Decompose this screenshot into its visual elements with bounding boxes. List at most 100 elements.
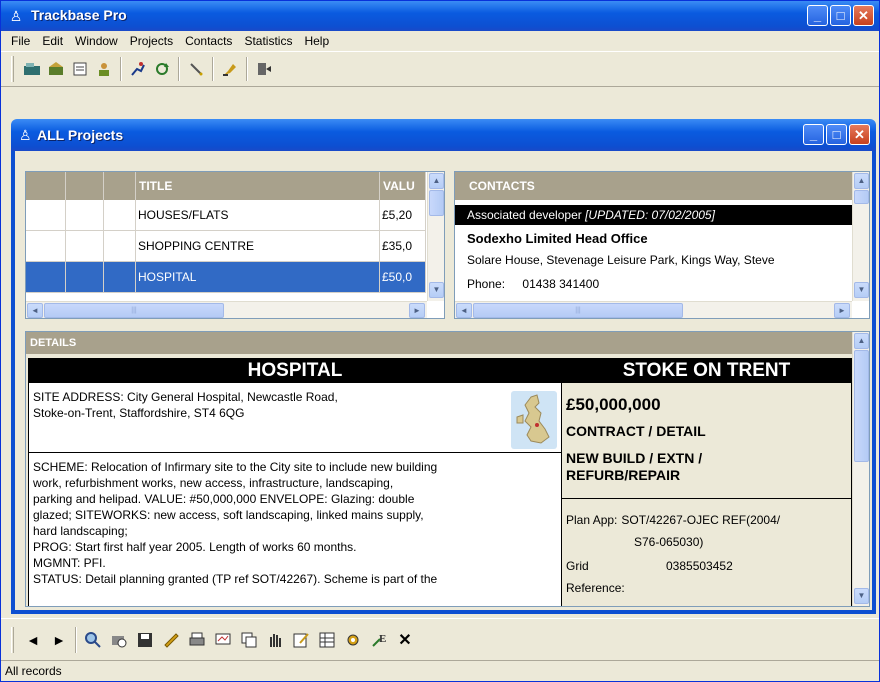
- contacts-horizontal-scrollbar[interactable]: ◄ ||| ►: [455, 301, 852, 318]
- scroll-thumb[interactable]: |||: [473, 303, 683, 318]
- scroll-down-icon[interactable]: ▼: [854, 282, 869, 298]
- scroll-right-icon[interactable]: ►: [409, 303, 425, 318]
- svg-text:E: E: [379, 633, 386, 645]
- scheme-line: PROG: Start first half year 2005. Length…: [33, 540, 357, 554]
- details-right: STOKE ON TRENT £50,000,000 CONTRACT / DE…: [562, 358, 852, 606]
- pen-icon[interactable]: [184, 56, 208, 82]
- grid-cell: [104, 262, 136, 293]
- print-icon[interactable]: [184, 626, 210, 654]
- child-minimize-button[interactable]: _: [803, 124, 824, 145]
- grid-col-header-title[interactable]: TITLE: [136, 172, 380, 200]
- details-vertical-scrollbar[interactable]: ▲ ▼: [852, 332, 869, 606]
- details-title: HOSPITAL: [29, 359, 561, 383]
- child-window-title: ALL Projects: [37, 127, 124, 143]
- exit-icon[interactable]: [252, 56, 276, 82]
- notes-icon[interactable]: [68, 56, 92, 82]
- report-icon[interactable]: [210, 626, 236, 654]
- filter-icon[interactable]: [158, 626, 184, 654]
- hand-icon[interactable]: [262, 626, 288, 654]
- grid-cell-value: £35,0: [380, 231, 426, 262]
- details-header: DETAILS: [26, 332, 852, 354]
- child-close-button[interactable]: ✕: [849, 124, 870, 145]
- grid-col-header[interactable]: [66, 172, 104, 200]
- grid-col-header[interactable]: [104, 172, 136, 200]
- child-title-bar[interactable]: ♙ ALL Projects _ □ ✕: [11, 119, 876, 151]
- contact-phone-label: Phone:: [467, 277, 506, 291]
- scroll-down-icon[interactable]: ▼: [429, 282, 444, 298]
- menu-help[interactable]: Help: [298, 34, 335, 48]
- highlighter-icon[interactable]: [218, 56, 242, 82]
- toolbar-grip[interactable]: [11, 626, 14, 653]
- maximize-button[interactable]: □: [830, 5, 851, 26]
- grid-col-header[interactable]: [26, 172, 66, 200]
- scheme-line: parking and helipad. VALUE: #50,000,000 …: [33, 492, 415, 506]
- child-maximize-button[interactable]: □: [826, 124, 847, 145]
- close-button[interactable]: ✕: [853, 5, 874, 26]
- plan-app-value-cont: S76-065030): [634, 535, 704, 549]
- grid-cell-title: HOUSES/FLATS: [136, 200, 380, 231]
- scroll-left-icon[interactable]: ◄: [27, 303, 43, 318]
- tools-icon[interactable]: [340, 626, 366, 654]
- plan-app-label: Plan App:: [566, 513, 618, 527]
- refresh-icon[interactable]: [150, 56, 174, 82]
- grid-vertical-scrollbar[interactable]: ▲ ▼: [427, 172, 444, 301]
- contacts-icon[interactable]: [92, 56, 116, 82]
- grid-col-header-value[interactable]: VALU: [380, 172, 426, 200]
- scroll-thumb[interactable]: [429, 190, 444, 216]
- details-left: HOSPITAL SITE ADDRESS: City General Hosp…: [28, 358, 562, 606]
- grid-ref-row: Grid 0385503452: [562, 555, 851, 579]
- export-icon[interactable]: E: [366, 626, 392, 654]
- title-bar[interactable]: ♙ Trackbase Pro _ □ ✕: [1, 1, 879, 31]
- menu-edit[interactable]: Edit: [36, 34, 69, 48]
- table-row[interactable]: SHOPPING CENTRE £35,0: [26, 231, 426, 262]
- scroll-up-icon[interactable]: ▲: [854, 173, 869, 189]
- scroll-up-icon[interactable]: ▲: [429, 173, 444, 189]
- scroll-up-icon[interactable]: ▲: [854, 333, 869, 349]
- menu-contacts[interactable]: Contacts: [179, 34, 238, 48]
- contact-company: Sodexho Limited Head Office: [467, 231, 648, 246]
- minimize-button[interactable]: _: [807, 5, 828, 26]
- scheme-text: SCHEME: Relocation of Infirmary site to …: [29, 455, 561, 591]
- scheme-line: MGMNT: PFI.: [33, 556, 106, 570]
- contact-role-row[interactable]: Associated developer [UPDATED: 07/02/200…: [455, 205, 853, 225]
- grid-cell: [26, 231, 66, 262]
- uk-map-icon: [511, 391, 557, 449]
- scroll-thumb[interactable]: [854, 350, 869, 462]
- print-preview-icon[interactable]: [106, 626, 132, 654]
- new-project-icon[interactable]: [44, 56, 68, 82]
- grid-cell-title: SHOPPING CENTRE: [136, 231, 380, 262]
- scroll-down-icon[interactable]: ▼: [854, 588, 869, 604]
- menu-statistics[interactable]: Statistics: [238, 34, 298, 48]
- grid-cell: [66, 231, 104, 262]
- projects-icon[interactable]: [20, 56, 44, 82]
- grid-header: TITLE VALU: [26, 172, 426, 200]
- menu-projects[interactable]: Projects: [124, 34, 179, 48]
- details-panel: DETAILS HOSPITAL SITE ADDRESS: City Gene…: [25, 331, 870, 607]
- scroll-left-icon[interactable]: ◄: [456, 303, 472, 318]
- toolbar-separator: [120, 57, 122, 81]
- trackbase-icon: ♙: [19, 127, 32, 143]
- menu-file[interactable]: File: [5, 34, 36, 48]
- toolbar-separator: [212, 57, 214, 81]
- table-row-selected[interactable]: HOSPITAL £50,0: [26, 262, 426, 293]
- save-icon[interactable]: [132, 626, 158, 654]
- toolbar-grip[interactable]: [11, 56, 14, 82]
- menu-window[interactable]: Window: [69, 34, 124, 48]
- scroll-right-icon[interactable]: ►: [834, 303, 850, 318]
- toolbar-separator: [246, 57, 248, 81]
- find-icon[interactable]: [80, 626, 106, 654]
- close-record-button[interactable]: ✕: [392, 626, 418, 654]
- previous-record-button[interactable]: ◄: [20, 626, 46, 654]
- main-window: ♙ Trackbase Pro _ □ ✕ File Edit Window P…: [0, 0, 880, 682]
- copy-icon[interactable]: [236, 626, 262, 654]
- contacts-vertical-scrollbar[interactable]: ▲ ▼: [852, 172, 869, 301]
- scroll-thumb[interactable]: |||: [44, 303, 224, 318]
- scroll-thumb[interactable]: [854, 190, 869, 204]
- run-icon[interactable]: [126, 56, 150, 82]
- table-icon[interactable]: [314, 626, 340, 654]
- edit-icon[interactable]: [288, 626, 314, 654]
- next-record-button[interactable]: ►: [46, 626, 72, 654]
- grid-horizontal-scrollbar[interactable]: ◄ ||| ►: [26, 301, 427, 318]
- table-row[interactable]: HOUSES/FLATS £5,20: [26, 200, 426, 231]
- grid-cell: [26, 262, 66, 293]
